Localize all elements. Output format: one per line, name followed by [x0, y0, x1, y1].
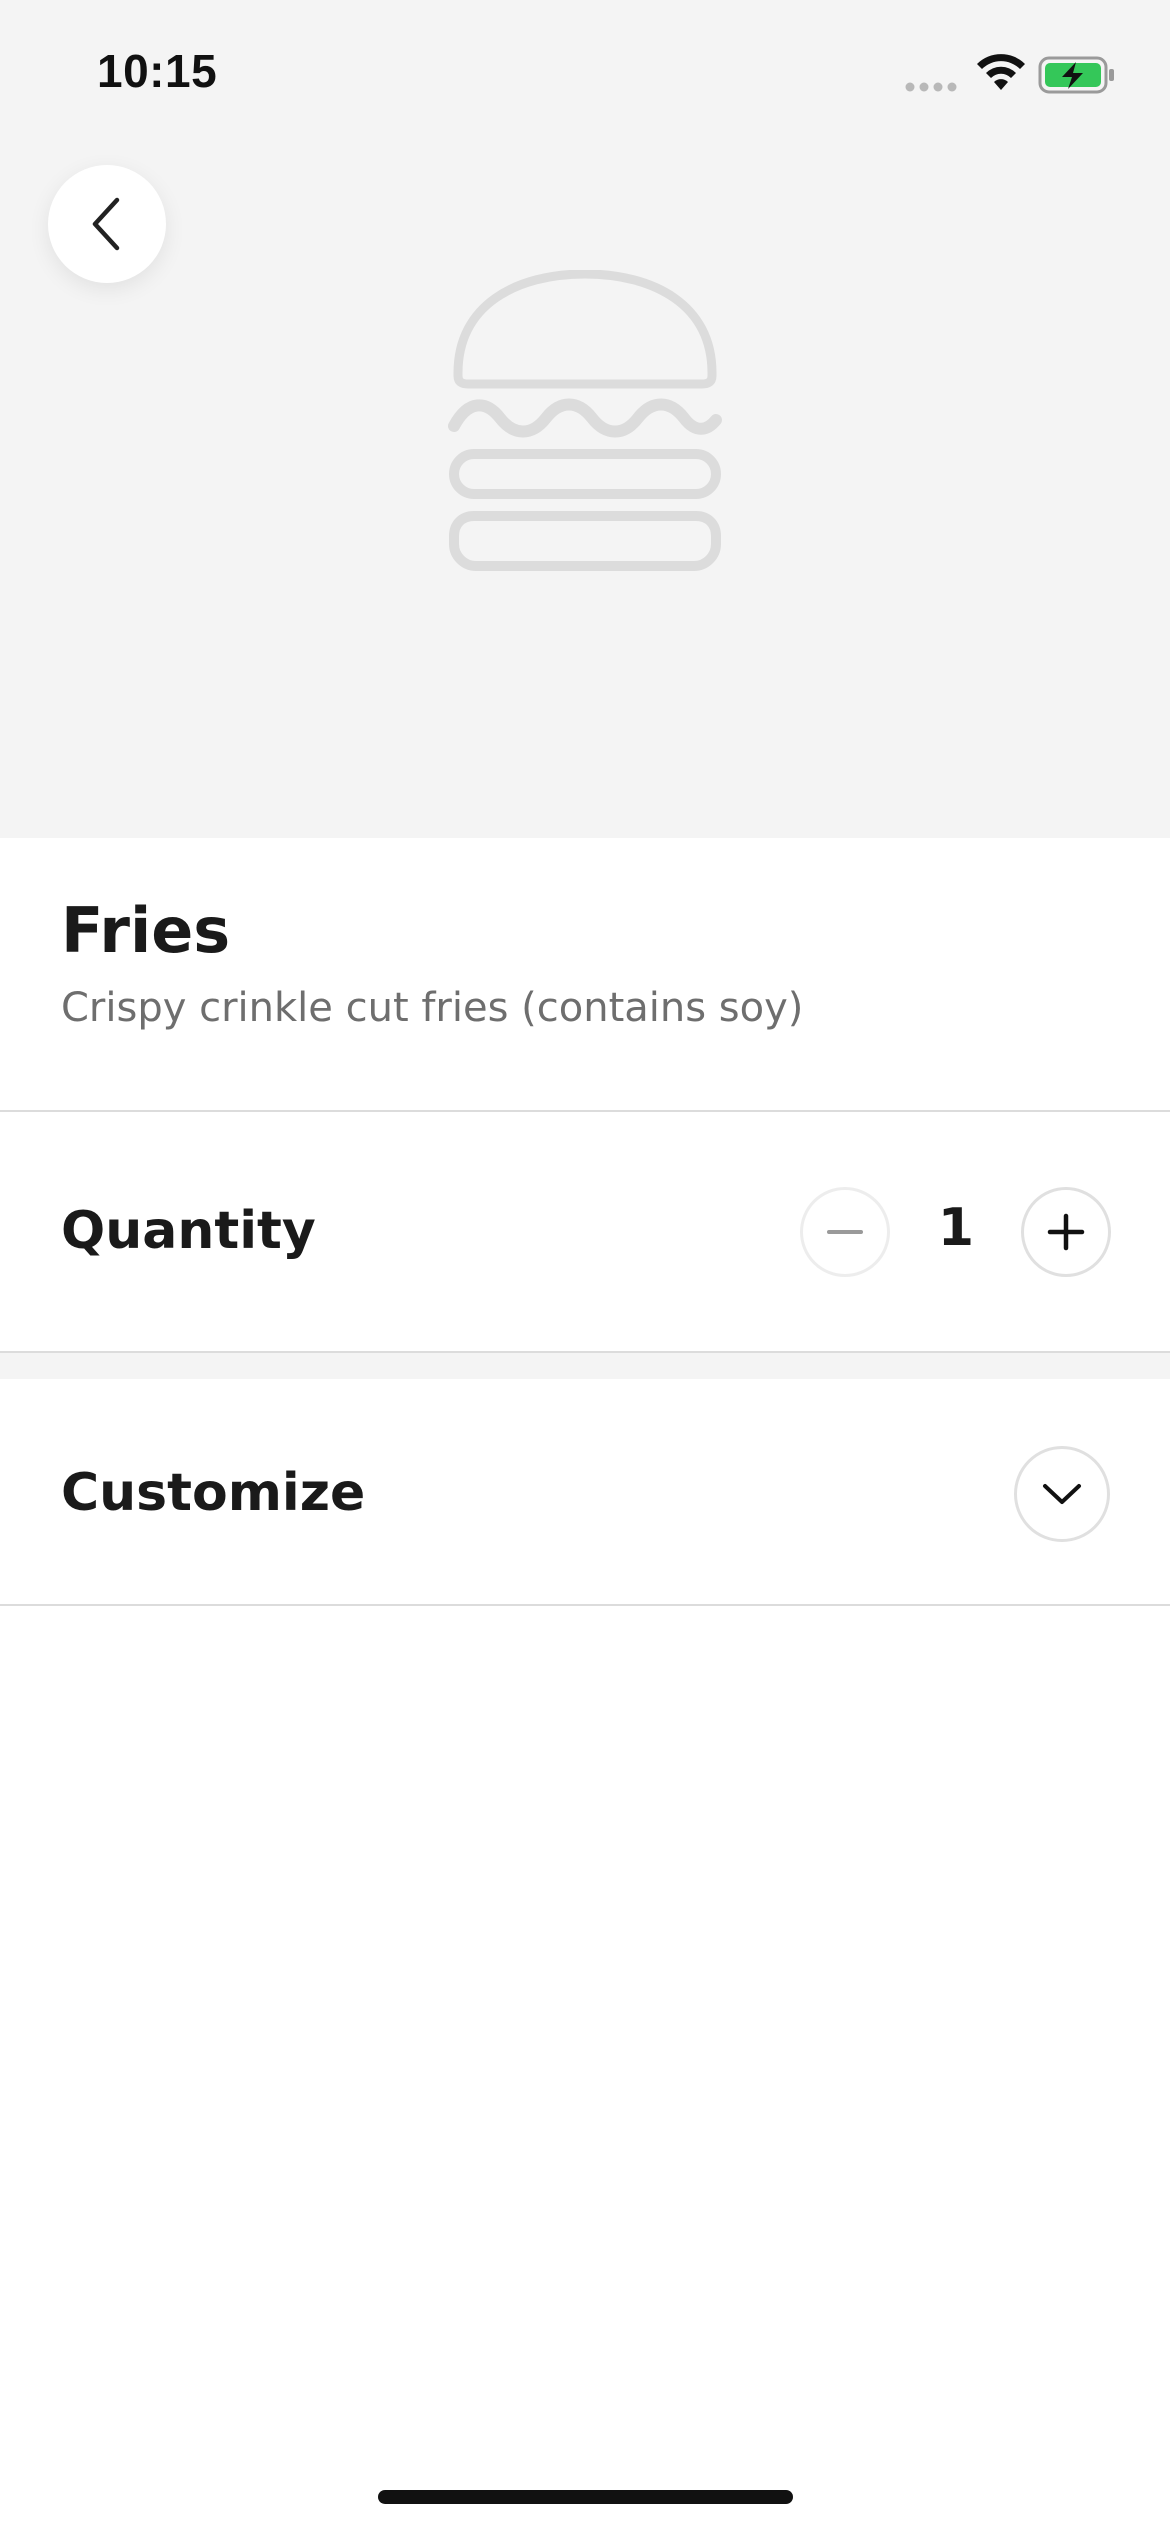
- quantity-label: Quantity: [61, 1201, 316, 1261]
- divider: [0, 1110, 1170, 1112]
- cellular-signal-icon: [905, 82, 957, 92]
- customize-label: Customize: [61, 1463, 366, 1523]
- home-indicator[interactable]: [378, 2490, 793, 2504]
- back-button[interactable]: [48, 165, 166, 283]
- increment-quantity-button[interactable]: [1021, 1187, 1111, 1277]
- customize-expand-button[interactable]: [1014, 1446, 1110, 1542]
- divider: [0, 1604, 1170, 1606]
- status-time: 10:15: [97, 45, 218, 97]
- chevron-left-icon: [92, 197, 120, 251]
- wifi-icon: [977, 54, 1025, 90]
- minus-icon: [827, 1230, 863, 1234]
- burger-placeholder-icon: [448, 270, 722, 571]
- decrement-quantity-button[interactable]: [800, 1187, 890, 1277]
- item-title: Fries: [61, 894, 231, 967]
- quantity-value: 1: [937, 1198, 975, 1258]
- plus-icon: [1047, 1213, 1085, 1251]
- item-description: Crispy crinkle cut fries (contains soy): [61, 985, 804, 1031]
- battery-charging-icon: [1038, 56, 1114, 94]
- section-separator: [0, 1353, 1170, 1379]
- chevron-down-icon: [1043, 1484, 1081, 1504]
